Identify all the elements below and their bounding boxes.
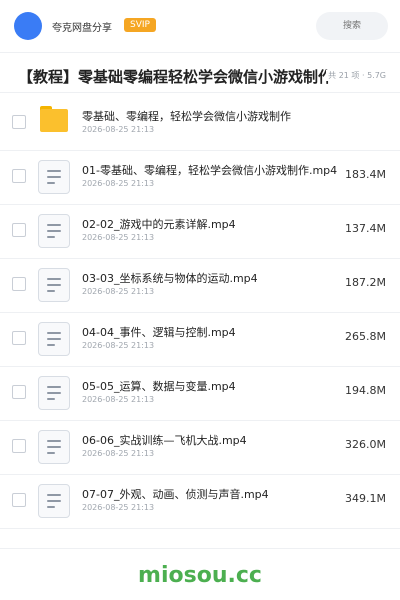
select-checkbox[interactable] xyxy=(12,439,26,453)
file-row[interactable]: 01-零基础、零编程，轻松学会微信小游戏制作.mp4 2026-08-25 21:… xyxy=(0,150,400,205)
video-file-icon xyxy=(38,376,70,410)
video-file-icon xyxy=(38,214,70,248)
file-size: 265.8M xyxy=(345,330,386,343)
divider xyxy=(0,548,400,549)
top-bar: 夸克网盘分享 SVIP xyxy=(0,0,400,53)
search-input[interactable] xyxy=(316,12,388,40)
select-checkbox[interactable] xyxy=(12,331,26,345)
file-name[interactable]: 01-零基础、零编程，轻松学会微信小游戏制作.mp4 xyxy=(82,162,337,178)
file-row[interactable]: 06-06_实战训练—飞机大战.mp4 2026-08-25 21:13 326.0… xyxy=(0,420,400,475)
video-file-icon xyxy=(38,160,70,194)
file-name[interactable]: 04-04_事件、逻辑与控制.mp4 xyxy=(82,324,236,340)
video-file-icon xyxy=(38,322,70,356)
file-name[interactable]: 零基础、零编程，轻松学会微信小游戏制作 xyxy=(82,108,291,124)
file-row[interactable]: 04-04_事件、逻辑与控制.mp4 2026-08-25 21:13 265.8M xyxy=(0,312,400,367)
select-checkbox[interactable] xyxy=(12,169,26,183)
share-meta: 共 21 项 · 5.7G xyxy=(326,70,386,81)
file-row[interactable]: 05-05_运算、数据与变量.mp4 2026-08-25 21:13 194.8M xyxy=(0,366,400,421)
file-date: 2026-08-25 21:13 xyxy=(82,503,155,512)
watermark: miosou.cc xyxy=(138,563,262,588)
file-name[interactable]: 02-02_游戏中的元素详解.mp4 xyxy=(82,216,236,232)
file-row[interactable]: 03-03_坐标系统与物体的运动.mp4 2026-08-25 21:13 187.… xyxy=(0,258,400,313)
file-date: 2026-08-25 21:13 xyxy=(82,341,155,350)
file-date: 2026-08-25 21:13 xyxy=(82,233,155,242)
video-file-icon xyxy=(38,268,70,302)
file-size: 349.1M xyxy=(345,492,386,505)
select-checkbox[interactable] xyxy=(12,385,26,399)
file-date: 2026-08-25 21:13 xyxy=(82,125,155,134)
file-name[interactable]: 03-03_坐标系统与物体的运动.mp4 xyxy=(82,270,258,286)
file-date: 2026-08-25 21:13 xyxy=(82,449,155,458)
file-row[interactable]: 07-07_外观、动画、侦测与声音.mp4 2026-08-25 21:13 349… xyxy=(0,474,400,529)
file-name[interactable]: 05-05_运算、数据与变量.mp4 xyxy=(82,378,236,394)
svip-badge: SVIP xyxy=(124,18,156,32)
select-checkbox[interactable] xyxy=(12,223,26,237)
file-size: 194.8M xyxy=(345,384,386,397)
video-file-icon xyxy=(38,484,70,518)
select-checkbox[interactable] xyxy=(12,277,26,291)
file-size: 187.2M xyxy=(345,276,386,289)
file-row[interactable]: 02-02_游戏中的元素详解.mp4 2026-08-25 21:13 137.4M xyxy=(0,204,400,259)
file-size: 183.4M xyxy=(345,168,386,181)
quark-logo-icon[interactable] xyxy=(14,12,42,40)
file-name[interactable]: 06-06_实战训练—飞机大战.mp4 xyxy=(82,432,247,448)
file-row[interactable]: 零基础、零编程，轻松学会微信小游戏制作 2026-08-25 21:13 xyxy=(0,96,400,151)
select-checkbox[interactable] xyxy=(12,115,26,129)
file-date: 2026-08-25 21:13 xyxy=(82,395,155,404)
page-title: 【教程】零基础零编程轻松学会微信小游戏制作 xyxy=(18,68,334,86)
app-name: 夸克网盘分享 xyxy=(52,23,112,34)
file-date: 2026-08-25 21:13 xyxy=(82,179,155,188)
file-name[interactable]: 07-07_外观、动画、侦测与声音.mp4 xyxy=(82,486,269,502)
file-size: 137.4M xyxy=(345,222,386,235)
folder-icon xyxy=(40,106,68,132)
select-checkbox[interactable] xyxy=(12,493,26,507)
share-title-bar: 【教程】零基础零编程轻松学会微信小游戏制作 共 21 项 · 5.7G xyxy=(0,60,400,93)
file-date: 2026-08-25 21:13 xyxy=(82,287,155,296)
video-file-icon xyxy=(38,430,70,464)
file-size: 326.0M xyxy=(345,438,386,451)
